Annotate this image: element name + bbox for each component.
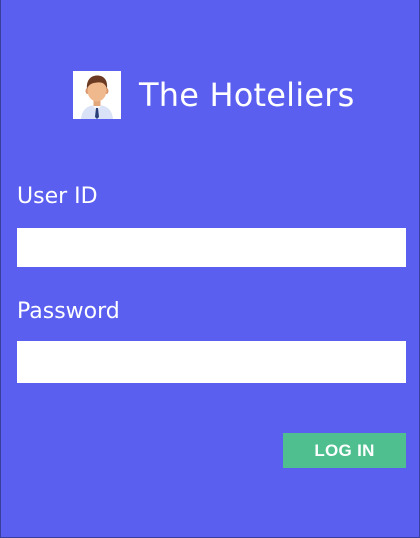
password-input[interactable]: [17, 341, 406, 383]
user-avatar-icon: [73, 71, 121, 119]
brand-header: The Hoteliers: [73, 71, 354, 119]
app-title: The Hoteliers: [139, 76, 355, 114]
login-panel: The Hoteliers User ID Password LOG IN: [0, 0, 420, 538]
password-label: Password: [17, 299, 120, 324]
user-id-input[interactable]: [17, 228, 406, 267]
user-id-label: User ID: [17, 184, 98, 209]
login-button[interactable]: LOG IN: [283, 433, 406, 468]
